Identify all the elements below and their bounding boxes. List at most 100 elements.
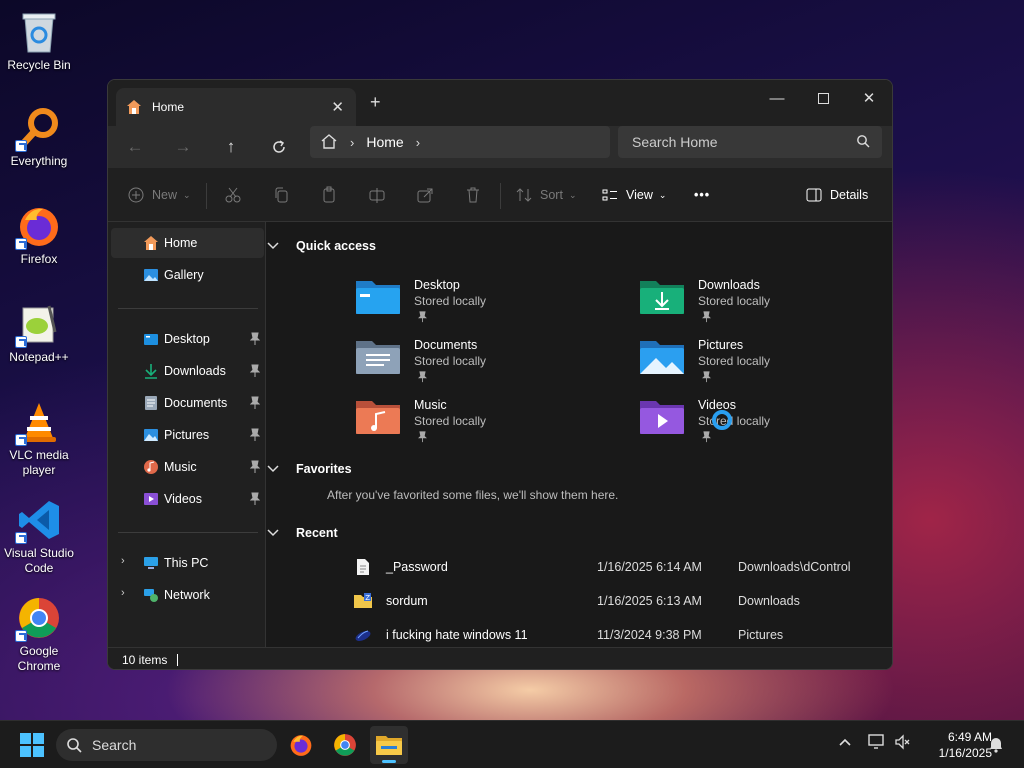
- quick-access-downloads[interactable]: Downloads Stored locally: [640, 274, 860, 326]
- quick-access-documents[interactable]: Documents Stored locally: [356, 334, 576, 386]
- folder-name: Desktop: [414, 278, 460, 292]
- pin-icon[interactable]: [250, 460, 260, 474]
- up-button[interactable]: ↑: [216, 132, 246, 162]
- quick-access-desktop[interactable]: Desktop Stored locally: [356, 274, 576, 326]
- volume-muted-icon: [895, 734, 910, 750]
- new-button[interactable]: New ⌄: [128, 185, 191, 205]
- pin-icon[interactable]: [250, 396, 260, 410]
- chevron-down-icon: [267, 242, 279, 250]
- details-pane-button[interactable]: Details: [806, 185, 868, 205]
- clock-time: 6:49 AM: [947, 730, 992, 744]
- recent-row[interactable]: i fucking hate windows 11 11/3/2024 9:38…: [354, 620, 884, 650]
- sidebar-item-label: Videos: [164, 492, 202, 506]
- share-button[interactable]: [416, 185, 434, 205]
- forward-button[interactable]: →: [168, 132, 198, 162]
- sidebar-item-label: Gallery: [164, 268, 204, 282]
- windows-logo-icon: [33, 733, 44, 744]
- tab-title: Home: [152, 100, 185, 114]
- desktop-icon-firefox[interactable]: Firefox: [2, 202, 76, 267]
- details-pane-icon: [806, 188, 822, 202]
- search-box[interactable]: Search Home: [618, 126, 882, 158]
- close-tab-icon[interactable]: ✕: [331, 98, 344, 116]
- quick-access-pictures[interactable]: Pictures Stored locally: [640, 334, 860, 386]
- address-bar[interactable]: › Home ›: [310, 126, 610, 158]
- recent-file-name: sordum: [386, 594, 428, 608]
- desktop-icon-vscode[interactable]: Visual Studio Code: [2, 496, 76, 576]
- sidebar-item-documents[interactable]: Documents: [111, 388, 264, 418]
- sidebar-item-home[interactable]: Home: [111, 228, 264, 258]
- details-label: Details: [830, 188, 869, 202]
- breadcrumb-home[interactable]: Home: [366, 134, 403, 150]
- chevron-right-icon[interactable]: ›: [121, 587, 125, 599]
- taskbar-clock[interactable]: 6:49 AM 1/16/2025: [916, 729, 992, 761]
- quick-access-music[interactable]: Music Stored locally: [356, 394, 576, 446]
- sidebar-item-this-pc[interactable]: › This PC: [111, 548, 264, 578]
- sidebar-item-network[interactable]: › Network: [111, 580, 264, 610]
- recycle-bin-icon: [15, 8, 63, 56]
- chevron-right-icon[interactable]: ›: [416, 135, 420, 150]
- chevron-down-icon: ⌄: [658, 189, 667, 200]
- divider: [206, 183, 207, 209]
- share-icon: [417, 188, 433, 203]
- tab-home[interactable]: Home ✕: [116, 88, 356, 126]
- sidebar-item-videos[interactable]: Videos: [111, 484, 264, 514]
- view-button[interactable]: View ⌄: [602, 185, 666, 205]
- recent-file-name: _Password: [386, 560, 448, 574]
- shortcut-arrow-icon: [15, 140, 27, 152]
- cut-button[interactable]: [224, 185, 242, 205]
- sidebar-item-gallery[interactable]: Gallery: [111, 260, 264, 290]
- desktop-icon-everything[interactable]: Everything: [2, 104, 76, 169]
- network-status-button[interactable]: [868, 733, 886, 754]
- sidebar-item-downloads[interactable]: Downloads: [111, 356, 264, 386]
- sidebar-item-label: Desktop: [164, 332, 210, 346]
- refresh-button[interactable]: [264, 132, 294, 162]
- favorites-header[interactable]: Favorites: [267, 462, 352, 476]
- start-button[interactable]: [20, 733, 44, 757]
- folder-status: Stored locally: [414, 414, 487, 428]
- volume-button[interactable]: [894, 733, 912, 754]
- file-explorer-window: Home ✕ + — ✕ ← → ↑ › Home › Search Home …: [107, 79, 893, 670]
- chevron-right-icon[interactable]: ›: [121, 555, 125, 567]
- desktop-icon-notepadpp[interactable]: Notepad++: [2, 300, 76, 365]
- notifications-button[interactable]: [988, 735, 1004, 756]
- desktop-icon-recycle-bin[interactable]: Recycle Bin: [2, 8, 76, 73]
- taskbar-search-box[interactable]: Search: [56, 729, 277, 761]
- paste-icon: [323, 186, 335, 203]
- favorites-empty-message: After you've favorited some files, we'll…: [327, 488, 619, 502]
- pin-icon[interactable]: [250, 492, 260, 506]
- sidebar-item-pictures[interactable]: Pictures: [111, 420, 264, 450]
- minimize-button[interactable]: —: [754, 84, 800, 112]
- taskbar-firefox[interactable]: [282, 726, 320, 764]
- delete-button[interactable]: [464, 185, 482, 205]
- pin-icon[interactable]: [250, 428, 260, 442]
- quick-access-header[interactable]: Quick access: [267, 239, 376, 253]
- desktop-icon-vlc[interactable]: VLC media player: [2, 398, 76, 478]
- sort-button[interactable]: Sort ⌄: [516, 185, 576, 205]
- rename-button[interactable]: [368, 185, 386, 205]
- show-hidden-icons-button[interactable]: [838, 735, 852, 752]
- quick-access-videos[interactable]: Videos Stored locally: [640, 394, 860, 446]
- taskbar-chrome[interactable]: [326, 726, 364, 764]
- pin-icon[interactable]: [250, 364, 260, 378]
- back-button[interactable]: ←: [120, 132, 150, 162]
- plus-circle-icon: [128, 187, 144, 203]
- file-explorer-icon: [376, 736, 402, 755]
- recent-row[interactable]: _Password 1/16/2025 6:14 AM Downloads\dC…: [354, 552, 884, 582]
- sidebar-item-music[interactable]: Music: [111, 452, 264, 482]
- new-tab-button[interactable]: +: [370, 92, 381, 113]
- chevron-up-icon: [839, 738, 851, 746]
- desktop-icon-chrome[interactable]: Google Chrome: [2, 594, 76, 674]
- maximize-button[interactable]: [800, 84, 846, 112]
- recent-header[interactable]: Recent: [267, 526, 338, 540]
- status-divider: [177, 653, 179, 666]
- refresh-icon: [273, 140, 285, 153]
- taskbar-file-explorer[interactable]: [370, 726, 408, 764]
- paste-button[interactable]: [320, 185, 338, 205]
- pin-icon[interactable]: [250, 332, 260, 346]
- copy-button[interactable]: [272, 185, 290, 205]
- more-options-button[interactable]: •••: [694, 185, 710, 205]
- recent-row[interactable]: Z sordum 1/16/2025 6:13 AM Downloads: [354, 586, 884, 616]
- chevron-down-icon: [267, 529, 279, 537]
- sidebar-item-desktop[interactable]: Desktop: [111, 324, 264, 354]
- close-window-button[interactable]: ✕: [846, 84, 892, 112]
